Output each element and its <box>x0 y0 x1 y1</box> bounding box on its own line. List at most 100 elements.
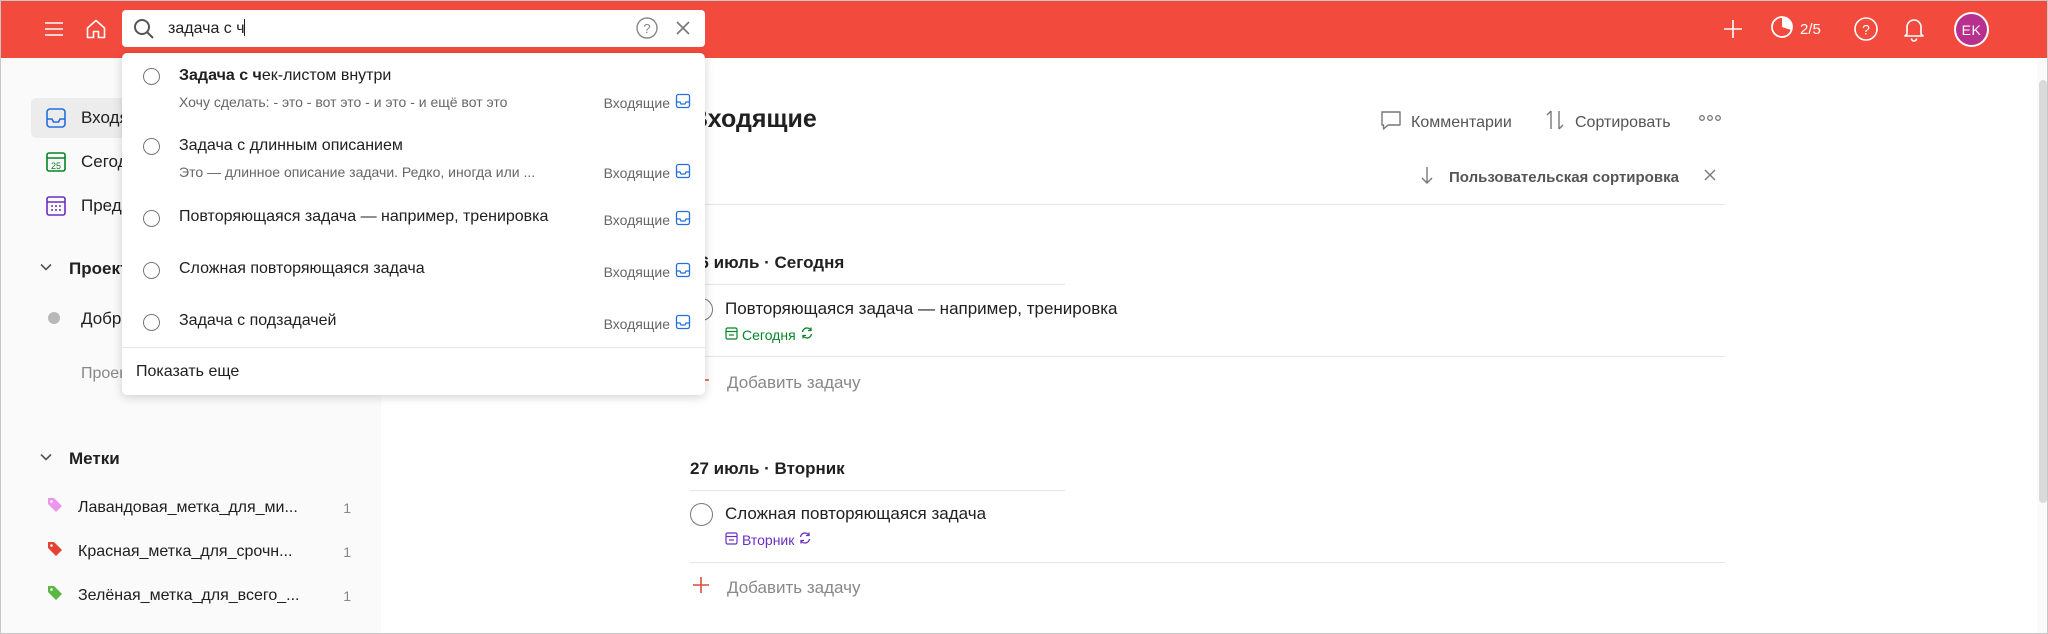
result-project: Входящие <box>604 163 691 182</box>
scrollbar-thumb[interactable] <box>2039 80 2047 503</box>
comments-label: Комментарии <box>1411 113 1512 131</box>
clear-search-icon[interactable] <box>673 18 693 43</box>
label-name: Зелёная_метка_для_всего_... <box>78 586 300 604</box>
search-field[interactable]: задача с ч ? <box>122 10 705 47</box>
help-icon[interactable]: ? <box>635 16 659 45</box>
tag-icon <box>46 540 64 563</box>
more-options-icon[interactable] <box>1697 105 1723 131</box>
help-center-icon[interactable]: ? <box>1852 15 1880 43</box>
recurring-icon <box>798 531 812 548</box>
due-date-label: Сегодня <box>742 326 796 343</box>
add-task-button[interactable]: Добавить задачу <box>690 574 860 601</box>
search-result-item[interactable]: Сложная повторяющаяся задача Входящие <box>122 245 705 293</box>
task-checkbox[interactable] <box>690 503 713 526</box>
task-name[interactable]: Повторяющаяся задача — например, трениро… <box>725 299 1118 319</box>
task-checkbox[interactable] <box>143 138 160 155</box>
result-project: Входящие <box>604 262 691 281</box>
label-count: 1 <box>343 587 351 604</box>
page-title: Входящие <box>690 105 817 133</box>
due-date-label: Вторник <box>742 531 795 548</box>
divider <box>122 347 705 348</box>
avatar[interactable]: EK <box>1954 12 1989 47</box>
result-title: Задача с подзадачей <box>179 312 337 329</box>
inbox-icon <box>675 262 691 281</box>
close-icon[interactable] <box>1703 168 1717 186</box>
divider <box>690 356 1725 357</box>
task-name[interactable]: Сложная повторяющаяся задача <box>725 504 986 524</box>
calendar-today-icon: 25 <box>43 151 69 173</box>
app-window: задача с ч ? 2/5 ? EK 25 Сегодня Проекты… <box>0 0 2048 634</box>
section-title: 26 июль · Сегодня <box>690 253 845 272</box>
quick-add-icon[interactable] <box>1719 15 1747 43</box>
add-task-label: Добавить задачу <box>727 372 861 392</box>
divider <box>690 284 1065 285</box>
labels-header-label: Метки <box>69 449 120 468</box>
comments-button[interactable]: Комментарии <box>1379 108 1512 137</box>
label-count: 1 <box>343 499 351 516</box>
project-color-dot <box>48 312 60 324</box>
chevron-down-icon[interactable] <box>39 449 53 469</box>
divider <box>690 490 1065 491</box>
task-checkbox[interactable] <box>143 314 160 331</box>
section-title: 27 июль · Вторник <box>690 459 845 478</box>
result-title: Повторяющаяся задача — например, трениро… <box>179 208 549 225</box>
recurring-icon <box>800 326 814 343</box>
inbox-icon <box>675 314 691 333</box>
result-title: Задача с длинным описанием <box>179 137 403 154</box>
search-result-item[interactable]: Повторяющаяся задача — например, трениро… <box>122 193 705 241</box>
svg-text:?: ? <box>643 21 650 36</box>
search-result-item[interactable]: Задача с чек-листом внутри Хочу сделать:… <box>122 53 705 117</box>
search-results-dropdown: Задача с чек-листом внутри Хочу сделать:… <box>122 53 705 395</box>
calendar-icon <box>725 531 738 548</box>
search-icon <box>132 17 156 46</box>
tag-icon <box>46 584 64 607</box>
result-description: Это — длинное описание задачи. Редко, ин… <box>179 164 536 180</box>
result-description: Хочу сделать: - это - вот это - и это - … <box>179 94 508 110</box>
chevron-down-icon[interactable] <box>39 259 53 279</box>
result-project: Входящие <box>604 93 691 112</box>
svg-text:?: ? <box>1862 22 1870 38</box>
divider <box>690 562 1725 563</box>
productivity-button[interactable]: 2/5 <box>1770 15 1821 43</box>
task-due-date[interactable]: Вторник <box>725 531 812 548</box>
search-result-item[interactable]: Задача с длинным описанием Это — длинное… <box>122 123 705 187</box>
svg-text:25: 25 <box>51 161 61 171</box>
sort-icon <box>1543 108 1567 137</box>
result-project: Входящие <box>604 210 691 229</box>
result-title: Задача с чек-листом внутри <box>179 67 392 84</box>
add-task-button[interactable]: Добавить задачу <box>690 369 860 396</box>
labels-header[interactable]: Метки <box>39 449 120 469</box>
sort-button[interactable]: Сортировать <box>1543 108 1671 137</box>
calendar-icon <box>725 326 738 343</box>
productivity-icon <box>1770 15 1794 43</box>
result-project: Входящие <box>604 314 691 333</box>
arrow-down-icon <box>1419 165 1435 189</box>
inbox-icon <box>43 107 69 129</box>
calendar-upcoming-icon <box>43 195 69 217</box>
sidebar-item-label-green[interactable]: Зелёная_метка_для_всего_... 1 <box>46 584 356 607</box>
menu-icon[interactable] <box>40 15 68 43</box>
productivity-count: 2/5 <box>1800 20 1821 38</box>
label-count: 1 <box>343 543 351 560</box>
inbox-icon <box>675 210 691 229</box>
task-due-date[interactable]: Сегодня <box>725 326 814 343</box>
sidebar-item-label-red[interactable]: Красная_метка_для_срочн... 1 <box>46 540 356 563</box>
result-title: Сложная повторяющаяся задача <box>179 260 425 277</box>
notifications-bell-icon[interactable] <box>1900 15 1928 43</box>
search-input[interactable]: задача с ч <box>168 19 245 38</box>
sort-indicator: Пользовательская сортировка <box>1419 165 1717 189</box>
plus-icon <box>690 574 714 601</box>
task-checkbox[interactable] <box>143 262 160 279</box>
label-name: Красная_метка_для_срочн... <box>78 542 293 560</box>
avatar-initials: EK <box>1956 14 1987 45</box>
search-result-item[interactable]: Задача с подзадачей Входящие <box>122 297 705 345</box>
show-more-button[interactable]: Показать еще <box>136 363 239 381</box>
task-checkbox[interactable] <box>143 68 160 85</box>
scrollbar[interactable] <box>2037 58 2047 633</box>
task-checkbox[interactable] <box>143 210 160 227</box>
sidebar-item-label-lavender[interactable]: Лавандовая_метка_для_ми... 1 <box>46 496 356 519</box>
home-icon[interactable] <box>82 15 110 43</box>
comment-icon <box>1379 108 1403 137</box>
top-bar: задача с ч ? 2/5 ? EK <box>1 1 2047 58</box>
inbox-icon <box>675 93 691 112</box>
